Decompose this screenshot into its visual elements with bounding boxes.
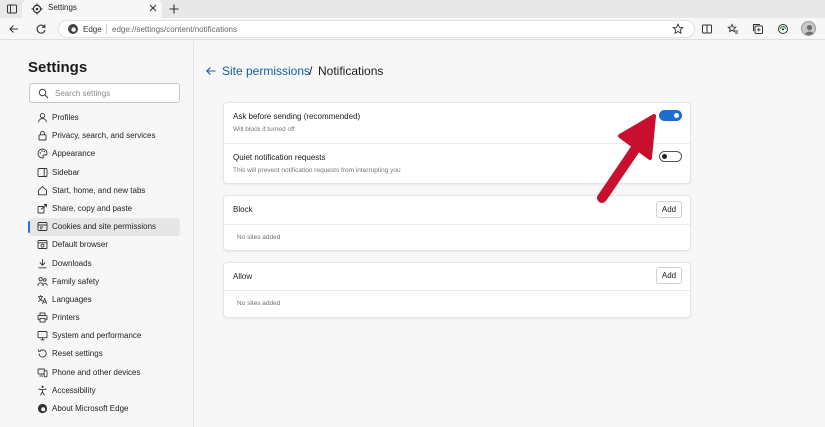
annotation-arrow-icon — [597, 114, 656, 203]
sidebar-item-privacy[interactable]: Privacy, search, and services — [29, 127, 180, 145]
home-icon — [38, 185, 47, 195]
printer-icon — [37, 312, 48, 323]
sidebar-item-label: Languages — [52, 294, 92, 304]
sidebar-item-label: Phone and other devices — [52, 367, 141, 377]
sidebar-item-about[interactable]: About Microsoft Edge — [29, 400, 180, 418]
sidebar-item-label: Sidebar — [52, 167, 80, 177]
block-section-title: Block — [233, 205, 253, 214]
sidebar-item-family-safety[interactable]: Family safety — [29, 273, 180, 291]
sidebar-item-label: Start, home, and new tabs — [52, 185, 146, 195]
breadcrumb-site-permissions-link[interactable]: Site permissions — [222, 64, 310, 78]
profile-avatar-icon — [804, 25, 815, 35]
family-icon — [37, 276, 48, 286]
quiet-requests-title: Quiet notification requests — [233, 153, 326, 162]
new-tab-icon[interactable] — [168, 3, 180, 15]
sidebar-item-share[interactable]: Share, copy and paste — [29, 200, 180, 218]
download-icon — [38, 258, 47, 268]
sidebar-item-label: Share, copy and paste — [52, 203, 133, 213]
share-icon — [37, 203, 47, 214]
sidebar-item-label: Profiles — [52, 113, 79, 122]
navigation-bar: Edge edge://settings/content/notificatio… — [0, 18, 825, 40]
search-icon — [38, 88, 49, 99]
split-screen-icon[interactable] — [701, 23, 713, 35]
breadcrumb-separator: / — [309, 64, 313, 78]
allow-add-button[interactable]: Add — [656, 267, 682, 284]
sidebar-item-label: Appearance — [52, 149, 96, 159]
sidebar-item-label: Privacy, search, and services — [52, 131, 156, 141]
site-name: Edge — [83, 25, 102, 34]
cookies-icon — [37, 222, 48, 232]
language-icon — [37, 294, 48, 305]
collections-icon[interactable] — [752, 23, 764, 35]
sidebar-item-label: Cookies and site permissions — [52, 222, 157, 232]
reset-icon — [38, 349, 47, 358]
block-empty-text: No sites added — [237, 234, 281, 241]
allow-card: Allow Add No sites added — [223, 262, 691, 318]
page-title: Notifications — [318, 64, 384, 78]
accessibility-icon — [38, 385, 47, 396]
extensions-icon[interactable] — [777, 23, 789, 35]
tab-actions-icon[interactable] — [6, 3, 18, 15]
row-divider — [224, 290, 690, 291]
sidebar-item-reset[interactable]: Reset settings — [29, 345, 180, 363]
ask-before-sending-description: Will block if turned off — [233, 126, 295, 133]
sidebar-item-accessibility[interactable]: Accessibility — [29, 382, 180, 400]
appearance-icon — [37, 148, 48, 159]
sidebar-item-label: Family safety — [52, 276, 100, 286]
browser-tab[interactable]: Settings — [22, 0, 162, 18]
close-icon[interactable] — [148, 3, 158, 13]
toggle-knob — [674, 113, 679, 118]
sidebar-item-label: About Microsoft Edge — [52, 404, 129, 413]
sidebar-item-default-browser[interactable]: Default browser — [29, 236, 180, 254]
quiet-requests-description: This will prevent notification requests … — [233, 167, 401, 174]
edge-icon — [37, 403, 48, 414]
sidebar-item-profiles[interactable]: Profiles — [29, 109, 180, 127]
sidebar-icon — [37, 167, 48, 177]
sidebar-item-label: Accessibility — [52, 385, 96, 395]
sidebar-item-appearance[interactable]: Appearance — [29, 145, 180, 163]
ask-before-sending-title: Ask before sending (recommended) — [233, 112, 361, 121]
gear-icon — [31, 3, 43, 15]
refresh-icon[interactable] — [35, 23, 47, 35]
sidebar-item-languages[interactable]: Languages — [29, 291, 180, 309]
address-bar[interactable]: Edge edge://settings/content/notificatio… — [58, 20, 695, 38]
tab-title: Settings — [48, 3, 77, 12]
tab-strip: Settings — [0, 0, 825, 18]
settings-nav-list: Profiles Privacy, search, and services A… — [28, 109, 180, 418]
back-icon[interactable] — [8, 23, 20, 35]
avatar[interactable] — [801, 21, 816, 36]
edge-logo-icon — [68, 24, 78, 34]
profile-icon — [38, 112, 47, 123]
sidebar-item-system[interactable]: System and performance — [29, 327, 180, 345]
allow-section-title: Allow — [233, 272, 253, 281]
sidebar-item-phone[interactable]: Phone and other devices — [29, 364, 180, 382]
back-arrow-icon[interactable] — [205, 65, 217, 77]
search-input[interactable]: Search settings — [29, 83, 180, 103]
row-divider — [224, 224, 690, 225]
sidebar-item-cookies[interactable]: Cookies and site permissions — [28, 218, 180, 237]
sidebar-item-label: System and performance — [52, 331, 142, 341]
sidebar-item-label: Printers — [52, 313, 80, 323]
lock-icon — [38, 131, 47, 141]
sidebar-item-sidebar[interactable]: Sidebar — [29, 164, 180, 182]
system-icon — [37, 331, 48, 341]
allow-empty-text: No sites added — [237, 300, 281, 307]
settings-title: Settings — [28, 59, 88, 76]
address-separator — [106, 24, 107, 34]
favorites-icon[interactable] — [727, 23, 739, 35]
sidebar-item-label: Reset settings — [52, 349, 103, 359]
sidebar-item-label: Default browser — [52, 240, 109, 250]
sidebar-item-label: Downloads — [52, 258, 92, 268]
browser-icon — [37, 240, 48, 250]
phone-icon — [37, 368, 48, 377]
sidebar-item-printers[interactable]: Printers — [29, 309, 180, 327]
sidebar-item-downloads[interactable]: Downloads — [29, 255, 180, 273]
settings-sidebar: Settings Search settings Profiles Privac… — [0, 41, 194, 427]
favorite-star-icon[interactable] — [672, 23, 684, 35]
search-placeholder: Search settings — [55, 89, 111, 98]
url-text[interactable]: edge://settings/content/notifications — [112, 25, 237, 34]
sidebar-item-start-home[interactable]: Start, home, and new tabs — [29, 182, 180, 200]
